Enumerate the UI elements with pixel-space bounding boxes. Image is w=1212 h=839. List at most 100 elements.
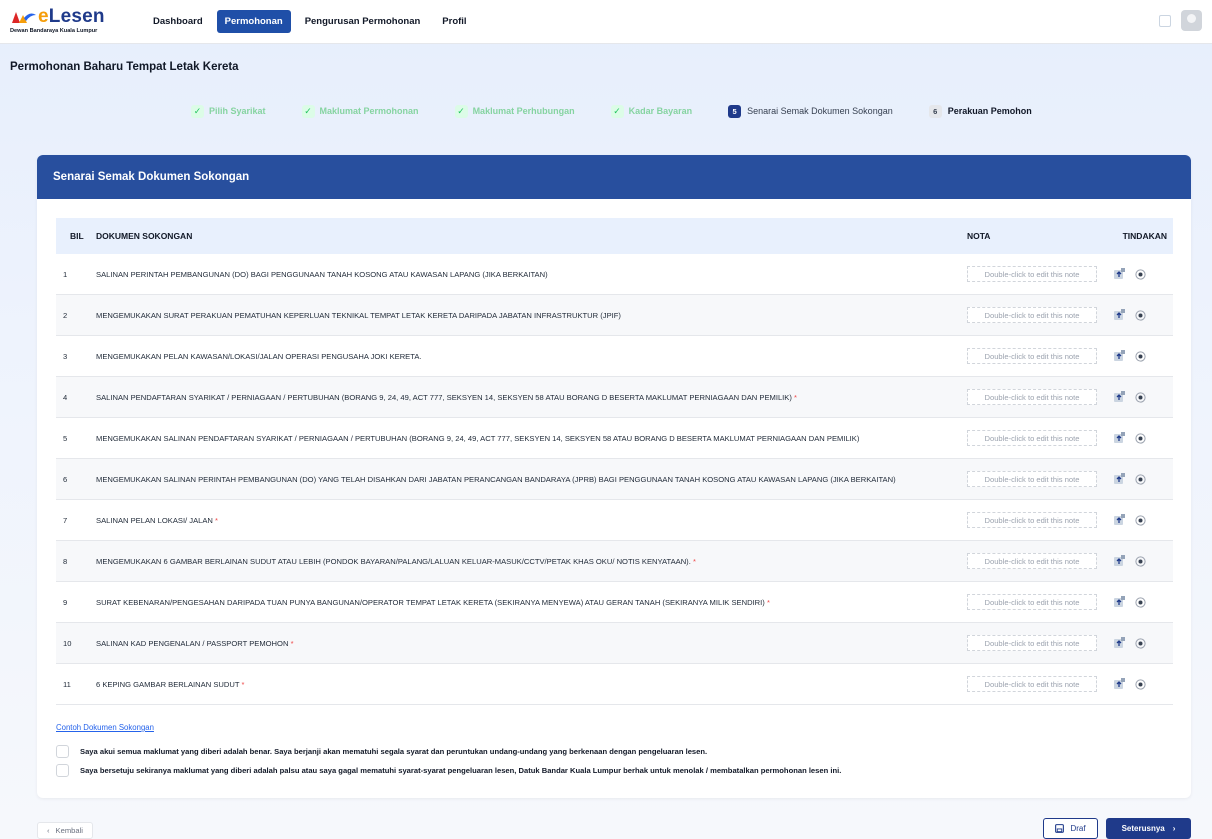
row-bil: 9: [63, 597, 68, 607]
upload-icon[interactable]: [1113, 309, 1125, 321]
chevron-left-icon: ‹: [47, 826, 50, 835]
step-label: Maklumat Perhubungan: [472, 106, 575, 116]
upload-icon[interactable]: [1113, 514, 1125, 526]
upload-icon[interactable]: [1113, 391, 1125, 403]
row-actions: [1107, 678, 1173, 690]
documents-table: BIL DOKUMEN SOKONGAN NOTA TINDAKAN 1 SALI…: [56, 218, 1173, 705]
step-maklumat-perhubungan[interactable]: ✓ Maklumat Perhubungan: [454, 104, 575, 118]
step-perakuan-pemohon[interactable]: 6 Perakuan Pemohon: [928, 104, 1032, 118]
note-field[interactable]: Double-click to edit this note: [967, 594, 1097, 610]
note-field[interactable]: Double-click to edit this note: [967, 430, 1097, 446]
nav-pengurusan-permohonan[interactable]: Pengurusan Permohonan: [297, 10, 429, 33]
check-icon: ✓: [454, 104, 468, 118]
row-bil: 4: [63, 392, 68, 402]
row-document-text: MENGEMUKAKAN SURAT PERAKUAN PEMATUHAN KE…: [96, 310, 621, 320]
row-nota: Double-click to edit this note: [967, 389, 1107, 405]
header-dokumen: DOKUMEN SOKONGAN: [96, 231, 193, 241]
required-marker: *: [766, 597, 770, 607]
note-field[interactable]: Double-click to edit this note: [967, 348, 1097, 364]
view-icon[interactable]: [1135, 473, 1146, 485]
logo-text: eLesen: [38, 6, 105, 27]
step-pilih-syarikat[interactable]: ✓ Pilih Syarikat: [191, 104, 266, 118]
row-actions: [1107, 268, 1173, 280]
row-document: SURAT KEBENARAN/PENGESAHAN DARIPADA TUAN…: [96, 597, 967, 608]
step-kadar-bayaran[interactable]: ✓ Kadar Bayaran: [610, 104, 693, 118]
upload-icon[interactable]: [1113, 350, 1125, 362]
sample-documents-link[interactable]: Contoh Dokumen Sokongan: [56, 723, 154, 732]
upload-icon[interactable]: [1113, 637, 1125, 649]
header-tindakan: TINDAKAN: [1122, 231, 1167, 241]
draft-button[interactable]: Draf: [1043, 818, 1098, 839]
next-button[interactable]: Seterusnya ›: [1106, 818, 1191, 839]
row-document: SALINAN PERINTAH PEMBANGUNAN (DO) BAGI P…: [96, 269, 967, 280]
row-actions: [1107, 391, 1173, 403]
nav-dashboard[interactable]: Dashboard: [145, 10, 211, 33]
step-maklumat-permohonan[interactable]: ✓ Maklumat Permohonan: [301, 104, 419, 118]
note-field[interactable]: Double-click to edit this note: [967, 635, 1097, 651]
row-document: MENGEMUKAKAN SALINAN PENDAFTARAN SYARIKA…: [96, 433, 967, 444]
table-row: 4 SALINAN PENDAFTARAN SYARIKAT / PERNIAGA…: [56, 377, 1173, 418]
step-number: 6: [928, 104, 942, 118]
note-field[interactable]: Double-click to edit this note: [967, 266, 1097, 282]
row-nota: Double-click to edit this note: [967, 553, 1107, 569]
view-icon[interactable]: [1135, 391, 1146, 403]
row-bil: 5: [63, 433, 68, 443]
nav-permohonan[interactable]: Permohonan: [216, 10, 291, 33]
note-field[interactable]: Double-click to edit this note: [967, 389, 1097, 405]
step-label: Kadar Bayaran: [628, 106, 693, 116]
upload-icon[interactable]: [1113, 678, 1125, 690]
row-bil: 2: [63, 310, 68, 320]
row-nota: Double-click to edit this note: [967, 348, 1107, 364]
declaration-1-checkbox[interactable]: [56, 745, 69, 758]
notification-icon[interactable]: [1159, 14, 1171, 27]
row-actions: [1107, 596, 1173, 608]
declaration-2-checkbox[interactable]: [56, 764, 69, 777]
note-field[interactable]: Double-click to edit this note: [967, 512, 1097, 528]
view-icon[interactable]: [1135, 514, 1146, 526]
row-document-text: SALINAN PELAN LOKASI/ JALAN: [96, 515, 213, 525]
view-icon[interactable]: [1135, 432, 1146, 444]
chevron-right-icon: ›: [1172, 824, 1176, 833]
table-body: 1 SALINAN PERINTAH PEMBANGUNAN (DO) BAGI …: [56, 254, 1173, 705]
row-bil: 3: [63, 351, 68, 361]
note-field[interactable]: Double-click to edit this note: [967, 553, 1097, 569]
row-document-text: SALINAN PENDAFTARAN SYARIKAT / PERNIAGAA…: [96, 392, 792, 402]
header-bil: BIL: [70, 231, 84, 241]
step-senarai-semak-dokumen[interactable]: 5 Senarai Semak Dokumen Sokongan: [728, 104, 893, 118]
row-actions: [1107, 309, 1173, 321]
row-actions: [1107, 555, 1173, 567]
view-icon[interactable]: [1135, 309, 1146, 321]
view-icon[interactable]: [1135, 596, 1146, 608]
row-actions: [1107, 473, 1173, 485]
view-icon[interactable]: [1135, 555, 1146, 567]
table-header: BIL DOKUMEN SOKONGAN NOTA TINDAKAN: [56, 218, 1173, 254]
row-document: MENGEMUKAKAN SURAT PERAKUAN PEMATUHAN KE…: [96, 310, 967, 321]
row-document-text: SALINAN KAD PENGENALAN / PASSPORT PEMOHO…: [96, 638, 289, 648]
step-label: Pilih Syarikat: [209, 106, 266, 116]
upload-icon[interactable]: [1113, 473, 1125, 485]
row-nota: Double-click to edit this note: [967, 471, 1107, 487]
row-document: MENGEMUKAKAN 6 GAMBAR BERLAINAN SUDUT AT…: [96, 556, 967, 567]
avatar[interactable]: [1181, 10, 1202, 31]
upload-icon[interactable]: [1113, 268, 1125, 280]
row-document-text: MENGEMUKAKAN 6 GAMBAR BERLAINAN SUDUT AT…: [96, 556, 691, 566]
view-icon[interactable]: [1135, 678, 1146, 690]
view-icon[interactable]: [1135, 350, 1146, 362]
nav-profil[interactable]: Profil: [434, 10, 474, 33]
note-field[interactable]: Double-click to edit this note: [967, 676, 1097, 692]
step-number: 5: [728, 104, 742, 118]
row-document-text: SURAT KEBENARAN/PENGESAHAN DARIPADA TUAN…: [96, 597, 765, 607]
required-marker: *: [290, 638, 294, 648]
view-icon[interactable]: [1135, 268, 1146, 280]
upload-icon[interactable]: [1113, 596, 1125, 608]
upload-icon[interactable]: [1113, 555, 1125, 567]
logo-mark-icon: [12, 12, 36, 23]
required-marker: *: [241, 679, 245, 689]
note-field[interactable]: Double-click to edit this note: [967, 471, 1097, 487]
elesen-logo[interactable]: eLesen Dewan Bandaraya Kuala Lumpur: [10, 6, 142, 37]
note-field[interactable]: Double-click to edit this note: [967, 307, 1097, 323]
view-icon[interactable]: [1135, 637, 1146, 649]
back-button[interactable]: ‹ Kembali: [37, 822, 93, 839]
table-row: 6 MENGEMUKAKAN SALINAN PERINTAH PEMBANGUN…: [56, 459, 1173, 500]
upload-icon[interactable]: [1113, 432, 1125, 444]
